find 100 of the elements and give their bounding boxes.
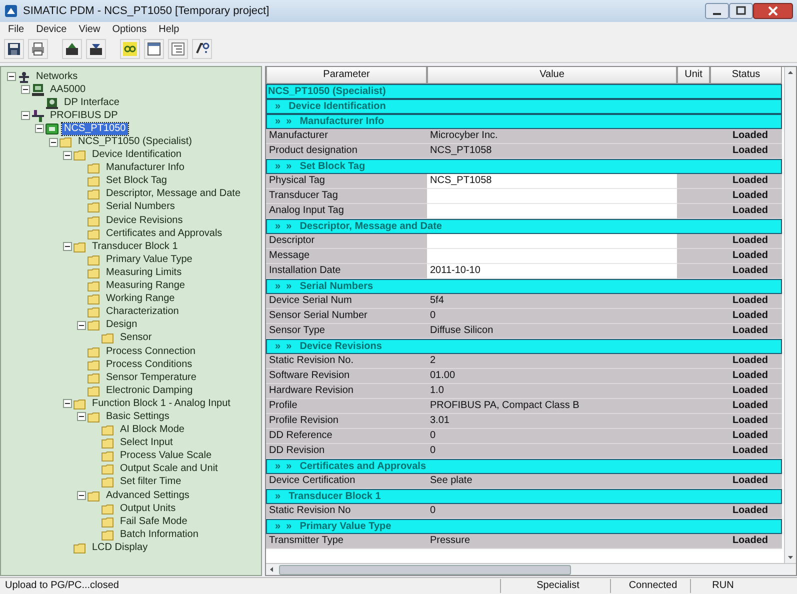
tree-item[interactable]: PROFIBUS DP <box>48 110 120 122</box>
tree-item[interactable]: Manufacturer Info <box>104 162 186 174</box>
menu-item[interactable]: Options <box>106 24 153 34</box>
collapse-toggle[interactable] <box>62 150 72 160</box>
tree-item[interactable]: Sensor Temperature <box>104 372 198 384</box>
column-header[interactable]: Value <box>427 67 677 84</box>
tree-item[interactable]: Process Value Scale <box>118 450 214 462</box>
folder-icon <box>101 331 115 346</box>
tree-item[interactable]: Process Conditions <box>104 358 194 371</box>
parameter-cell: Transmitter Type <box>266 534 427 549</box>
tree-item[interactable]: Sensor <box>118 332 154 344</box>
tree-item[interactable]: NCS_PT1050 <box>62 122 128 135</box>
section-header-bar[interactable]: » » Descriptor, Message and Date <box>266 219 782 234</box>
status-cell: Loaded <box>710 174 782 189</box>
tree-item[interactable]: LCD Display <box>90 542 150 554</box>
tree-item[interactable]: NCS_PT1050 (Specialist) <box>76 136 194 148</box>
toolbar-button[interactable] <box>28 39 48 59</box>
collapse-toggle[interactable] <box>76 491 86 500</box>
menu-item[interactable]: File <box>2 24 30 34</box>
section-title: NCS_PT1050 (Specialist) <box>267 86 386 97</box>
folder-icon <box>87 358 101 372</box>
section-header-bar[interactable]: » » Certificates and Approvals <box>266 459 782 474</box>
column-header[interactable]: Unit <box>677 67 710 84</box>
value-field[interactable]: NCS_PT1058 <box>427 174 677 189</box>
computer-icon <box>31 82 45 97</box>
section-header-bar[interactable]: » » Set Block Tag <box>266 159 782 174</box>
maximize-button[interactable] <box>729 3 753 19</box>
value-cell: 0 <box>427 309 677 324</box>
toolbar-button[interactable] <box>192 39 212 59</box>
tree-item[interactable]: Output Units <box>118 502 178 515</box>
tree-item[interactable]: Advanced Settings <box>104 490 192 502</box>
tree-item[interactable]: Output Scale and Unit <box>118 463 220 476</box>
tree-item[interactable]: Set Block Tag <box>104 175 169 188</box>
collapse-toggle[interactable] <box>20 111 30 120</box>
horizontal-scrollbar[interactable] <box>266 563 796 575</box>
tree-item[interactable]: Working Range <box>104 293 177 306</box>
section-header-bar[interactable]: » » Primary Value Type <box>266 519 782 534</box>
glasses-icon <box>122 41 138 57</box>
section-header-bar[interactable]: » Transducer Block 1 <box>266 489 782 504</box>
toolbar-button[interactable] <box>120 39 140 59</box>
section-header-bar[interactable]: NCS_PT1050 (Specialist) <box>266 84 782 99</box>
tree-item[interactable]: Descriptor, Message and Date <box>104 188 243 200</box>
section-header-bar[interactable]: » » Manufacturer Info <box>266 114 782 129</box>
column-header[interactable]: Parameter <box>266 67 427 84</box>
unit-cell <box>677 234 710 249</box>
tree-item[interactable]: Design <box>104 319 140 332</box>
collapse-toggle[interactable] <box>20 85 30 94</box>
section-header-bar[interactable]: » » Serial Numbers <box>266 279 782 294</box>
collapse-toggle[interactable] <box>76 320 86 330</box>
tree-item[interactable]: Certificates and Approvals <box>104 228 224 240</box>
tree-item[interactable]: Set filter Time <box>118 476 184 488</box>
tree-item[interactable]: Function Block 1 - Analog Input <box>90 398 232 410</box>
tree-item[interactable]: Transducer Block 1 <box>90 240 180 253</box>
close-button[interactable] <box>753 3 793 19</box>
tree-item[interactable]: Process Connection <box>104 346 198 358</box>
section-header-bar[interactable]: » » Device Revisions <box>266 339 782 354</box>
tree-item[interactable]: Fail Safe Mode <box>118 516 190 528</box>
toolbar-button[interactable] <box>62 39 82 59</box>
collapse-toggle[interactable] <box>76 412 86 422</box>
minimize-button[interactable] <box>705 3 729 19</box>
status-cell: Loaded <box>710 309 782 324</box>
column-header[interactable]: Status <box>710 67 782 84</box>
status-cell: Loaded <box>710 474 782 489</box>
collapse-toggle[interactable] <box>62 399 72 408</box>
tree-item[interactable]: Measuring Limits <box>104 266 184 279</box>
value-field[interactable]: 2011-10-10 <box>427 264 677 279</box>
tree-item[interactable]: Measuring Range <box>104 280 187 292</box>
tree-item[interactable]: Primary Value Type <box>104 254 194 266</box>
unit-cell <box>677 189 710 204</box>
scrollbar-thumb[interactable] <box>279 564 571 574</box>
tree-item[interactable]: Select Input <box>118 437 175 450</box>
tree-item[interactable]: Device Identification <box>90 149 184 162</box>
tree-item[interactable]: Basic Settings <box>104 410 172 423</box>
value-cell: Diffuse Silicon <box>427 324 677 339</box>
collapse-toggle[interactable] <box>6 72 16 82</box>
collapse-toggle[interactable] <box>48 138 58 147</box>
menu-item[interactable]: Device <box>30 24 73 34</box>
tree-item[interactable]: Batch Information <box>118 528 200 541</box>
vertical-scrollbar[interactable] <box>784 67 796 563</box>
collapse-toggle[interactable] <box>34 124 44 134</box>
toolbar-button[interactable] <box>168 39 188 59</box>
menu-item[interactable]: View <box>72 24 106 34</box>
tree-item[interactable]: Networks <box>34 70 80 83</box>
toolbar-button[interactable] <box>86 39 106 59</box>
tree-item[interactable]: DP Interface <box>62 96 122 109</box>
tree-item[interactable]: Characterization <box>104 306 181 318</box>
tree-item[interactable]: Electronic Damping <box>104 384 195 397</box>
tree-item[interactable]: Serial Numbers <box>104 201 177 214</box>
tree-item[interactable]: AA5000 <box>48 84 88 96</box>
folder-icon <box>87 266 101 280</box>
collapse-toggle[interactable] <box>62 242 72 252</box>
toolbar-button[interactable] <box>144 39 164 59</box>
toolbar-button[interactable] <box>4 39 24 59</box>
tree-item[interactable]: AI Block Mode <box>118 424 186 436</box>
folder-icon <box>87 344 101 359</box>
section-header-bar[interactable]: » Device Identification <box>266 99 782 114</box>
folder-icon <box>101 514 115 529</box>
tree-item[interactable]: Device Revisions <box>104 214 185 227</box>
value-cell: Pressure <box>427 534 677 549</box>
menu-item[interactable]: Help <box>152 24 186 34</box>
